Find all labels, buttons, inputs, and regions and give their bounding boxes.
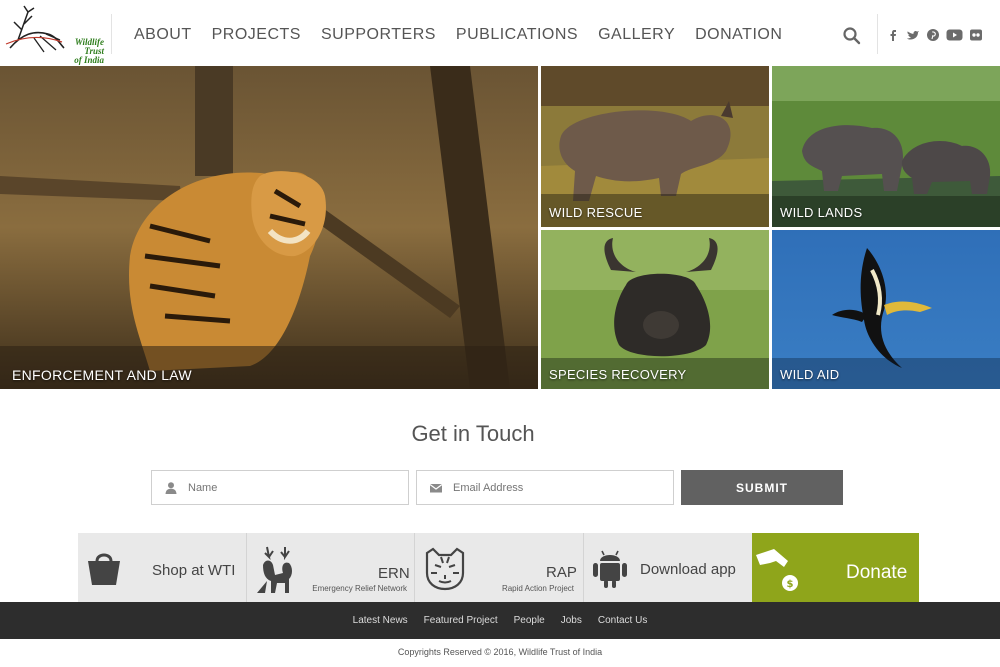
main-nav: ABOUT PROJECTS SUPPORTERS PUBLICATIONS G…: [134, 26, 802, 44]
logo-divider: [111, 14, 112, 54]
nav-publications[interactable]: PUBLICATIONS: [456, 26, 578, 44]
logo-wordmark: Wildlife Trust of India: [62, 38, 104, 65]
tile-label: WILD AID: [780, 367, 840, 382]
youtube-icon[interactable]: [946, 28, 963, 42]
ern-sublabel: Emergency Relief Network: [312, 584, 407, 593]
name-field[interactable]: [151, 470, 409, 505]
name-input[interactable]: [188, 481, 388, 494]
rap-label: RAP: [546, 564, 577, 581]
rap-card[interactable]: RAP Rapid Action Project: [415, 533, 583, 602]
deer-icon: [257, 546, 292, 593]
facebook-icon[interactable]: [886, 28, 900, 42]
tile-wild-aid[interactable]: WILD AID: [772, 230, 1000, 389]
envelope-icon: [429, 483, 443, 492]
ern-card[interactable]: ERN Emergency Relief Network: [247, 533, 414, 602]
pinterest-icon[interactable]: [926, 28, 940, 42]
nav-gallery[interactable]: GALLERY: [598, 26, 675, 44]
tile-wild-lands[interactable]: WILD LANDS: [772, 66, 1000, 227]
twitter-icon[interactable]: [906, 28, 920, 42]
logo-line-3: of India: [74, 55, 104, 65]
site-header: Wildlife Trust of India ABOUT PROJECTS S…: [0, 0, 1000, 66]
shop-label: Shop at WTI: [152, 562, 236, 579]
donate-hand-icon: $: [756, 549, 798, 591]
footer-link-jobs[interactable]: Jobs: [561, 615, 582, 626]
footer-link-people[interactable]: People: [514, 615, 545, 626]
flickr-icon[interactable]: [969, 28, 983, 42]
social-divider: [877, 14, 878, 54]
copyright-text: Copyrights Reserved © 2016, Wildlife Tru…: [397, 647, 603, 657]
tile-species-recovery[interactable]: SPECIES RECOVERY: [541, 230, 769, 389]
hornbill-photo: [772, 230, 1000, 389]
tile-label: WILD RESCUE: [549, 205, 643, 220]
user-icon: [165, 481, 177, 494]
ern-label: ERN: [378, 565, 410, 582]
nav-projects[interactable]: PROJECTS: [212, 26, 301, 44]
email-field[interactable]: [416, 470, 674, 505]
buffalo-photo: [541, 230, 769, 389]
footer-link-latest-news[interactable]: Latest News: [353, 615, 408, 626]
nav-donation[interactable]: DONATION: [695, 26, 782, 44]
tile-label: SPECIES RECOVERY: [549, 367, 687, 382]
svg-text:$: $: [787, 579, 794, 590]
tiger-face-icon: [425, 547, 465, 591]
tile-label: ENFORCEMENT AND LAW: [12, 367, 192, 383]
shop-at-wti-card[interactable]: Shop at WTI: [78, 533, 246, 602]
shopping-bag-icon: [88, 553, 120, 585]
footer-link-contact-us[interactable]: Contact Us: [598, 615, 647, 626]
tile-wild-rescue[interactable]: WILD RESCUE: [541, 66, 769, 227]
download-app-label: Download app: [640, 561, 736, 578]
android-icon: [593, 550, 627, 588]
submit-button[interactable]: SUBMIT: [681, 470, 843, 505]
tiger-photo: [0, 66, 538, 389]
email-input[interactable]: [453, 481, 653, 494]
social-links: [886, 28, 989, 42]
nav-about[interactable]: ABOUT: [134, 26, 192, 44]
elephants-photo: [772, 66, 1000, 227]
rhino-photo: [541, 66, 769, 227]
get-in-touch-heading: Get in Touch: [411, 421, 535, 446]
nav-supporters[interactable]: SUPPORTERS: [321, 26, 436, 44]
download-app-card[interactable]: Download app: [584, 533, 752, 602]
wti-logo[interactable]: Wildlife Trust of India: [4, 4, 104, 65]
donate-label: Donate: [846, 562, 908, 583]
tile-label: WILD LANDS: [780, 205, 863, 220]
search-icon[interactable]: [842, 26, 862, 46]
tile-enforcement-and-law[interactable]: ENFORCEMENT AND LAW: [0, 66, 538, 389]
donate-button[interactable]: $ Donate: [752, 533, 919, 602]
footer-nav: Latest News Featured Project People Jobs…: [0, 615, 1000, 626]
footer-link-featured-project[interactable]: Featured Project: [424, 615, 498, 626]
rap-sublabel: Rapid Action Project: [501, 584, 574, 593]
